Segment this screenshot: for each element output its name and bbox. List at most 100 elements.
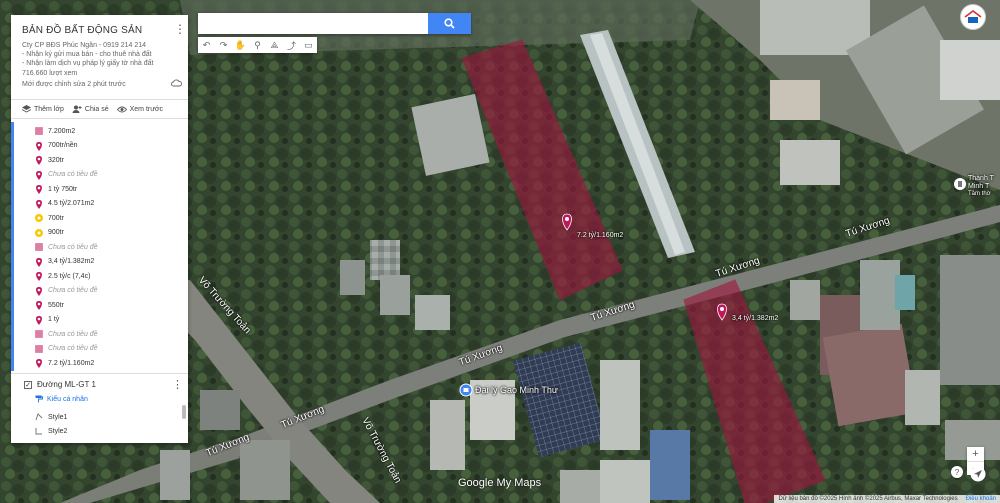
feature-item[interactable]: 2.5 tỷ/c (7,4c) <box>35 269 90 283</box>
feature-item[interactable]: Chưa có tiêu đề <box>35 284 98 298</box>
feature-label: 4.5 tỷ/2.071m2 <box>48 200 95 207</box>
feature-item[interactable]: 320tr <box>35 153 64 167</box>
map-panel: BẢN ĐỒ BẤT ĐỘNG SẢN ⋮ Cty CP BĐS Phúc Ng… <box>11 15 188 443</box>
poi-label: Minh T <box>968 183 990 190</box>
description-line: - Nhận làm dịch vụ pháp lý giấy tờ nhà đ… <box>22 60 154 67</box>
redo-icon[interactable]: ↷ <box>215 37 232 53</box>
pin-icon <box>36 170 42 180</box>
house-icon <box>964 10 982 23</box>
feature-item[interactable]: 7.2 tỷ/1.160m2 <box>35 356 94 370</box>
feature-label: 1 tỷ 750tr <box>48 185 78 193</box>
feature-label: 320tr <box>48 156 64 164</box>
divider <box>11 373 188 374</box>
scrollbar[interactable] <box>182 405 186 419</box>
share-button[interactable]: Chia sẻ <box>72 105 109 113</box>
panel-actions: Thêm lớp Chia sẻ Xem trước <box>22 105 163 113</box>
feature-item[interactable]: 3,4 tỷ/1.382m2 <box>35 255 94 269</box>
poi-label: Thành T <box>968 175 994 182</box>
pin-icon <box>36 359 42 368</box>
feature-label: Chưa có tiêu đề <box>48 171 98 178</box>
cloud-saved-icon <box>171 79 182 87</box>
layers-icon <box>22 105 31 113</box>
feature-label: Chưa có tiêu đề <box>48 243 98 251</box>
poi-label: Đại lý Gạo Minh Thư <box>475 385 558 395</box>
polygon-icon <box>35 344 43 353</box>
help-button[interactable]: ? <box>951 466 963 478</box>
poi-store-icon <box>459 383 473 397</box>
feature-item[interactable]: 1 tỷ <box>35 313 59 327</box>
polygon-icon <box>35 330 43 338</box>
more-options-icon[interactable]: ⋮ <box>174 23 186 35</box>
feature-label: 7.2 tỷ/1.160m2 <box>48 359 95 367</box>
pin-icon <box>36 199 42 209</box>
map-attribution: Dữ liệu bản đồ ©2025 Hình ảnh ©2025 Airb… <box>774 495 1000 503</box>
description-line: - Nhận ký gửi mua bán - cho thuê nhà đất <box>22 51 152 58</box>
ruler-icon[interactable]: ▭ <box>300 37 317 53</box>
layer-name[interactable]: Đường ML-GT 1 <box>37 380 96 389</box>
map-toolbar: ↶ ↷ ✋ ⚲ ⟁ ⤴ ▭ <box>198 37 317 53</box>
feature-item[interactable]: 700tr/nền <box>35 139 78 153</box>
feature-list: 7.200m2 700tr/nền 320tr Chưa có tiêu đề 1 tỷ… <box>11 122 188 371</box>
google-my-maps-logo: Google My Maps <box>458 477 542 489</box>
feature-item[interactable]: 1 tỷ 750tr <box>35 182 77 196</box>
add-layer-label: Thêm lớp <box>34 105 64 113</box>
layer-header[interactable]: ✓ Đường ML-GT 1 <box>24 380 96 389</box>
hand-icon[interactable]: ✋ <box>232 37 249 53</box>
search-button[interactable] <box>428 13 471 34</box>
style-label: Style1 <box>48 413 68 421</box>
marker-icon[interactable]: ⚲ <box>249 37 266 53</box>
add-layer-button[interactable]: Thêm lớp <box>22 105 64 113</box>
feature-item[interactable]: 7.200m2 <box>35 124 75 138</box>
feature-label: Chưa có tiêu đề <box>48 287 98 294</box>
feature-item[interactable]: 4.5 tỷ/2.071m2 <box>35 197 94 211</box>
feature-label: 3,4 tỷ/1.382m2 <box>48 258 95 265</box>
feature-item[interactable]: Chưa có tiêu đề <box>35 168 98 182</box>
feature-item[interactable]: 900tr <box>35 226 64 240</box>
poi-label: Tâm thờ <box>968 191 991 197</box>
add-person-icon <box>72 105 82 113</box>
layer-selected-indicator <box>11 122 14 371</box>
pin-icon <box>36 141 42 151</box>
map-description: Cty CP BĐS Phúc Ngân - 0919 214 214 - Nh… <box>22 41 182 68</box>
layer-options-icon[interactable]: ⋮ <box>172 378 183 391</box>
feature-item[interactable]: Chưa có tiêu đề <box>35 327 98 341</box>
feature-item[interactable]: 550tr <box>35 298 64 312</box>
style-item[interactable]: Style1 <box>35 413 67 421</box>
zoom-in-button[interactable]: + <box>967 447 984 461</box>
my-location-icon[interactable] <box>970 466 986 482</box>
polyline-icon[interactable]: ⟁ <box>266 37 283 53</box>
pin-icon <box>36 286 42 296</box>
feature-item[interactable]: 700tr <box>35 211 64 225</box>
style-link-label: Kiểu cá nhân <box>47 395 88 403</box>
search-box <box>198 13 471 34</box>
feature-label: 7.200m2 <box>48 127 76 135</box>
style-link[interactable]: Kiểu cá nhân <box>35 395 88 403</box>
polygon-icon <box>35 243 43 251</box>
brand-logo <box>960 4 986 30</box>
pin-icon <box>36 156 42 165</box>
description-line: Cty CP BĐS Phúc Ngân - 0919 214 214 <box>22 42 147 49</box>
preview-button[interactable]: Xem trước <box>116 105 164 113</box>
directions-icon[interactable]: ⤴ <box>283 37 300 53</box>
line-style-icon <box>35 413 43 421</box>
preview-label: Xem trước <box>129 105 164 113</box>
undo-icon[interactable]: ↶ <box>198 37 215 53</box>
feature-item[interactable]: Chưa có tiêu đề <box>35 240 98 254</box>
pin-icon <box>36 257 42 267</box>
layer-checkbox[interactable]: ✓ <box>24 380 32 389</box>
circle-icon <box>35 214 43 222</box>
marker-label: 7.2 tỷ/1.160m2 <box>577 232 624 239</box>
feature-item[interactable]: Chưa có tiêu đề <box>35 342 98 356</box>
search-input[interactable] <box>198 13 428 34</box>
attribution-text: Dữ liệu bản đồ ©2025 Hình ảnh ©2025 Airb… <box>778 496 958 502</box>
eye-icon <box>116 106 127 112</box>
terms-link[interactable]: Điều khoản <box>966 496 996 502</box>
divider <box>11 99 188 100</box>
last-edited: Mới được chỉnh sửa 2 phút trước <box>22 81 126 88</box>
share-label: Chia sẻ <box>84 105 109 113</box>
style-item[interactable]: Style2 <box>35 427 67 435</box>
marker-label: 3,4 tỷ/1.382m2 <box>732 315 779 322</box>
feature-label: 550tr <box>48 301 64 309</box>
pin-icon <box>36 185 42 194</box>
map-title[interactable]: BẢN ĐỒ BẤT ĐỘNG SẢN <box>22 25 142 36</box>
